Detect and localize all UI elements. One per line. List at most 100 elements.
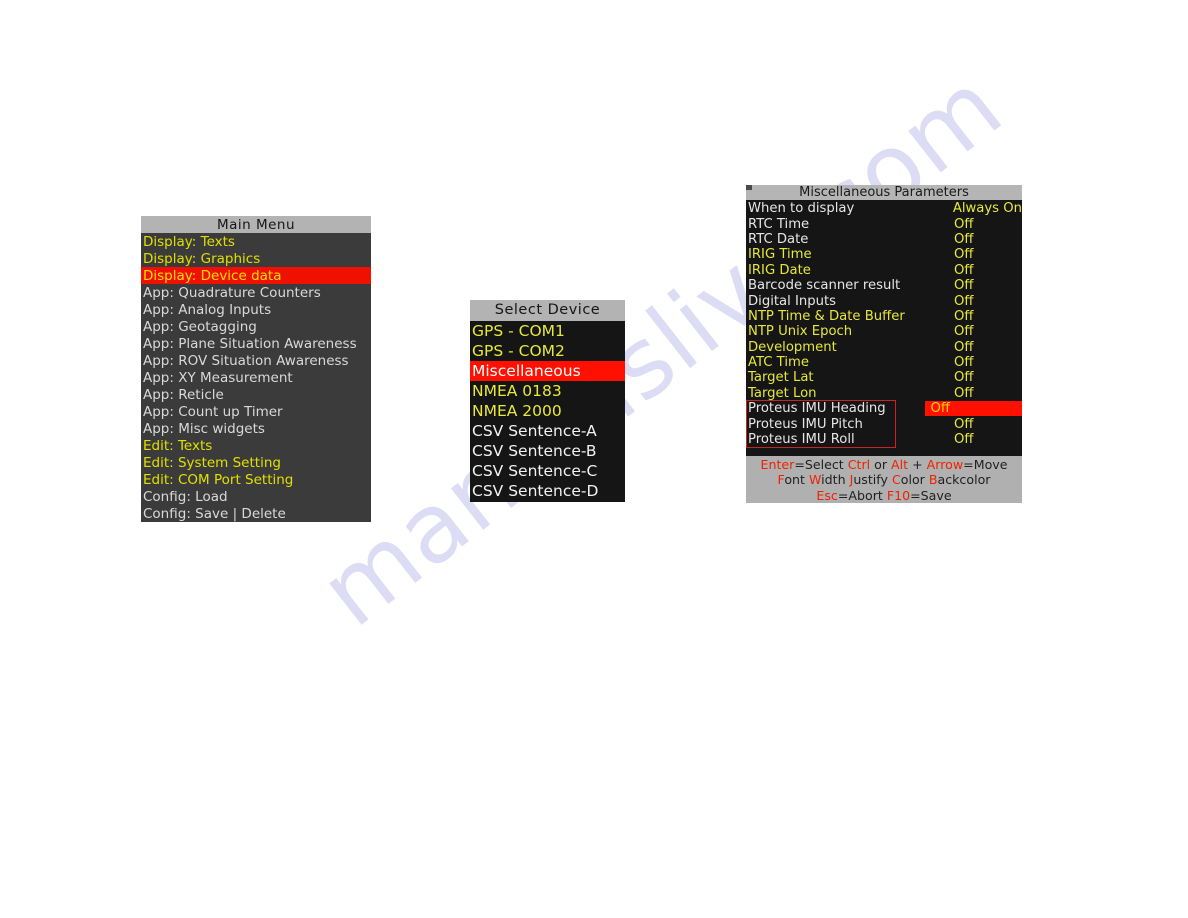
misc-param-value[interactable]: Off [948, 324, 1022, 339]
select-device-item[interactable]: GPS - COM1 [470, 321, 625, 341]
misc-param-row[interactable]: RTC Date Off [746, 231, 1022, 248]
misc-param-row[interactable]: Target Lat Off [746, 370, 1022, 386]
main-menu-list: Display: Texts Display: Graphics Display: … [141, 233, 371, 522]
misc-param-row[interactable]: Proteus IMU Heading Off [746, 401, 1022, 417]
misc-param-value[interactable]: Off [948, 278, 1022, 293]
main-menu-item-label: App: ROV Situation Awareness [143, 352, 349, 369]
misc-param-key: Proteus IMU Pitch [748, 416, 863, 432]
misc-param-value[interactable]: Off [948, 309, 1022, 324]
main-menu-item-label: App: Quadrature Counters [143, 284, 321, 301]
misc-param-key: RTC Date [748, 231, 809, 247]
select-device-item[interactable]: CSV Sentence-C [470, 461, 625, 481]
help-token: =Abort [837, 487, 887, 503]
misc-param-value[interactable]: Off [924, 401, 1022, 417]
select-device-item-label: NMEA 2000 [472, 402, 562, 420]
misc-param-row[interactable]: NTP Time & Date Buffer Off [746, 308, 1022, 325]
main-menu-item[interactable]: Config: Save | Delete [141, 505, 371, 522]
misc-param-key: RTC Time [748, 216, 810, 232]
main-menu-item-label: App: Reticle [143, 386, 224, 403]
help-token: ackcolor [937, 472, 991, 487]
select-device-item[interactable]: CSV Sentence-B [470, 441, 625, 461]
main-menu-item[interactable]: App: Misc widgets [141, 420, 371, 437]
select-device-item[interactable]: NMEA 0183 [470, 381, 625, 401]
misc-param-key: Target Lat [748, 370, 814, 386]
misc-param-value[interactable]: Off [948, 370, 1022, 385]
misc-param-row[interactable]: Target Lon Off [746, 385, 1022, 402]
help-token: Alt [891, 456, 909, 472]
main-menu-item[interactable]: App: Reticle [141, 386, 371, 403]
help-token: ont [784, 472, 809, 487]
help-token: olor [900, 472, 929, 487]
select-device-item[interactable]: CSV Sentence-D [470, 481, 625, 501]
misc-param-row[interactable]: Digital Inputs Off [746, 293, 1022, 309]
main-menu-item[interactable]: App: ROV Situation Awareness [141, 352, 371, 369]
select-device-item[interactable]: NMEA 2000 [470, 401, 625, 421]
misc-param-value[interactable]: Off [948, 217, 1022, 232]
misc-param-row[interactable]: Proteus IMU Pitch Off [746, 416, 1022, 432]
select-device-item[interactable]: Miscellaneous [470, 361, 625, 381]
misc-param-value[interactable]: Off [948, 355, 1022, 370]
select-device-panel: Select Device GPS - COM1 GPS - COM2 Miscel… [470, 300, 625, 502]
misc-params-titlebar: Miscellaneous Parameters [746, 185, 1022, 200]
misc-param-key: IRIG Date [748, 262, 811, 278]
misc-param-row[interactable]: Proteus IMU Roll Off [746, 431, 1022, 448]
main-menu-item[interactable]: Edit: System Setting [141, 454, 371, 471]
misc-param-row[interactable]: Barcode scanner result Off [746, 277, 1022, 294]
main-menu-item-label: App: Plane Situation Awareness [143, 335, 357, 352]
main-menu-item-label: App: Geotagging [143, 318, 257, 335]
select-device-item[interactable]: CSV Sentence-A [470, 421, 625, 441]
select-device-item-label: CSV Sentence-B [472, 442, 597, 460]
main-menu-item[interactable]: App: Count up Timer [141, 403, 371, 420]
misc-param-value[interactable]: Off [948, 386, 1022, 401]
help-token: ustify [853, 472, 892, 487]
main-menu-item[interactable]: App: Geotagging [141, 318, 371, 335]
main-menu-item-label: Config: Save | Delete [143, 505, 286, 522]
select-device-item-label: CSV Sentence-D [472, 482, 599, 500]
main-menu-item[interactable]: Display: Texts [141, 233, 371, 250]
main-menu-item[interactable]: Display: Device data [141, 267, 371, 284]
main-menu-item-label: App: Count up Timer [143, 403, 283, 420]
main-menu-item[interactable]: Config: Load [141, 488, 371, 505]
misc-param-key: NTP Time & Date Buffer [748, 308, 905, 324]
select-device-item-label: CSV Sentence-A [472, 422, 597, 440]
misc-param-value[interactable]: Off [948, 247, 1022, 262]
misc-param-value[interactable]: Off [948, 340, 1022, 355]
misc-param-key: Development [748, 339, 837, 355]
misc-param-value[interactable]: Off [948, 232, 1022, 247]
main-menu-item-label: Display: Graphics [143, 250, 261, 267]
misc-param-row[interactable]: RTC Time Off [746, 216, 1022, 232]
misc-param-row[interactable]: ATC Time Off [746, 354, 1022, 371]
main-menu-item[interactable]: App: XY Measurement [141, 369, 371, 386]
misc-param-value[interactable]: Off [948, 432, 1022, 447]
misc-param-value[interactable]: Off [948, 294, 1022, 309]
misc-param-row[interactable]: NTP Unix Epoch Off [746, 324, 1022, 340]
help-token: C [891, 472, 901, 487]
misc-param-value[interactable]: Off [948, 263, 1022, 278]
main-menu-item[interactable]: Display: Graphics [141, 250, 371, 267]
misc-param-row[interactable]: IRIG Time Off [746, 247, 1022, 263]
help-token: =Move [963, 456, 1008, 472]
help-token: F10 [886, 487, 911, 503]
main-menu-item[interactable]: App: Analog Inputs [141, 301, 371, 318]
misc-param-row[interactable]: IRIG Date Off [746, 262, 1022, 278]
misc-param-value[interactable]: Always On [947, 201, 1022, 216]
main-menu-item-label: Config: Load [143, 488, 228, 505]
main-menu-item[interactable]: Edit: Texts [141, 437, 371, 454]
misc-param-value[interactable]: Off [948, 417, 1022, 432]
misc-param-row[interactable]: Development Off [746, 339, 1022, 355]
help-token: B [928, 472, 938, 487]
main-menu-title: Main Menu [141, 216, 371, 233]
main-menu-item[interactable]: App: Quadrature Counters [141, 284, 371, 301]
main-menu-item[interactable]: App: Plane Situation Awareness [141, 335, 371, 352]
help-line-3: Esc=Abort F10=Save [746, 488, 1022, 504]
misc-param-key: When to display [748, 201, 855, 217]
misc-param-row[interactable]: When to display Always On [746, 201, 1022, 217]
help-token: idth [821, 472, 850, 487]
select-device-item-label: CSV Sentence-C [472, 462, 598, 480]
select-device-list: GPS - COM1 GPS - COM2 Miscellaneous NMEA 01… [470, 321, 625, 501]
misc-params-list: When to display Always On RTC Time Off RTC D… [746, 200, 1022, 449]
help-token: or [870, 456, 892, 472]
main-menu-item[interactable]: Edit: COM Port Setting [141, 471, 371, 488]
select-device-item[interactable]: GPS - COM2 [470, 341, 625, 361]
main-menu-item-label: Edit: System Setting [143, 454, 281, 471]
